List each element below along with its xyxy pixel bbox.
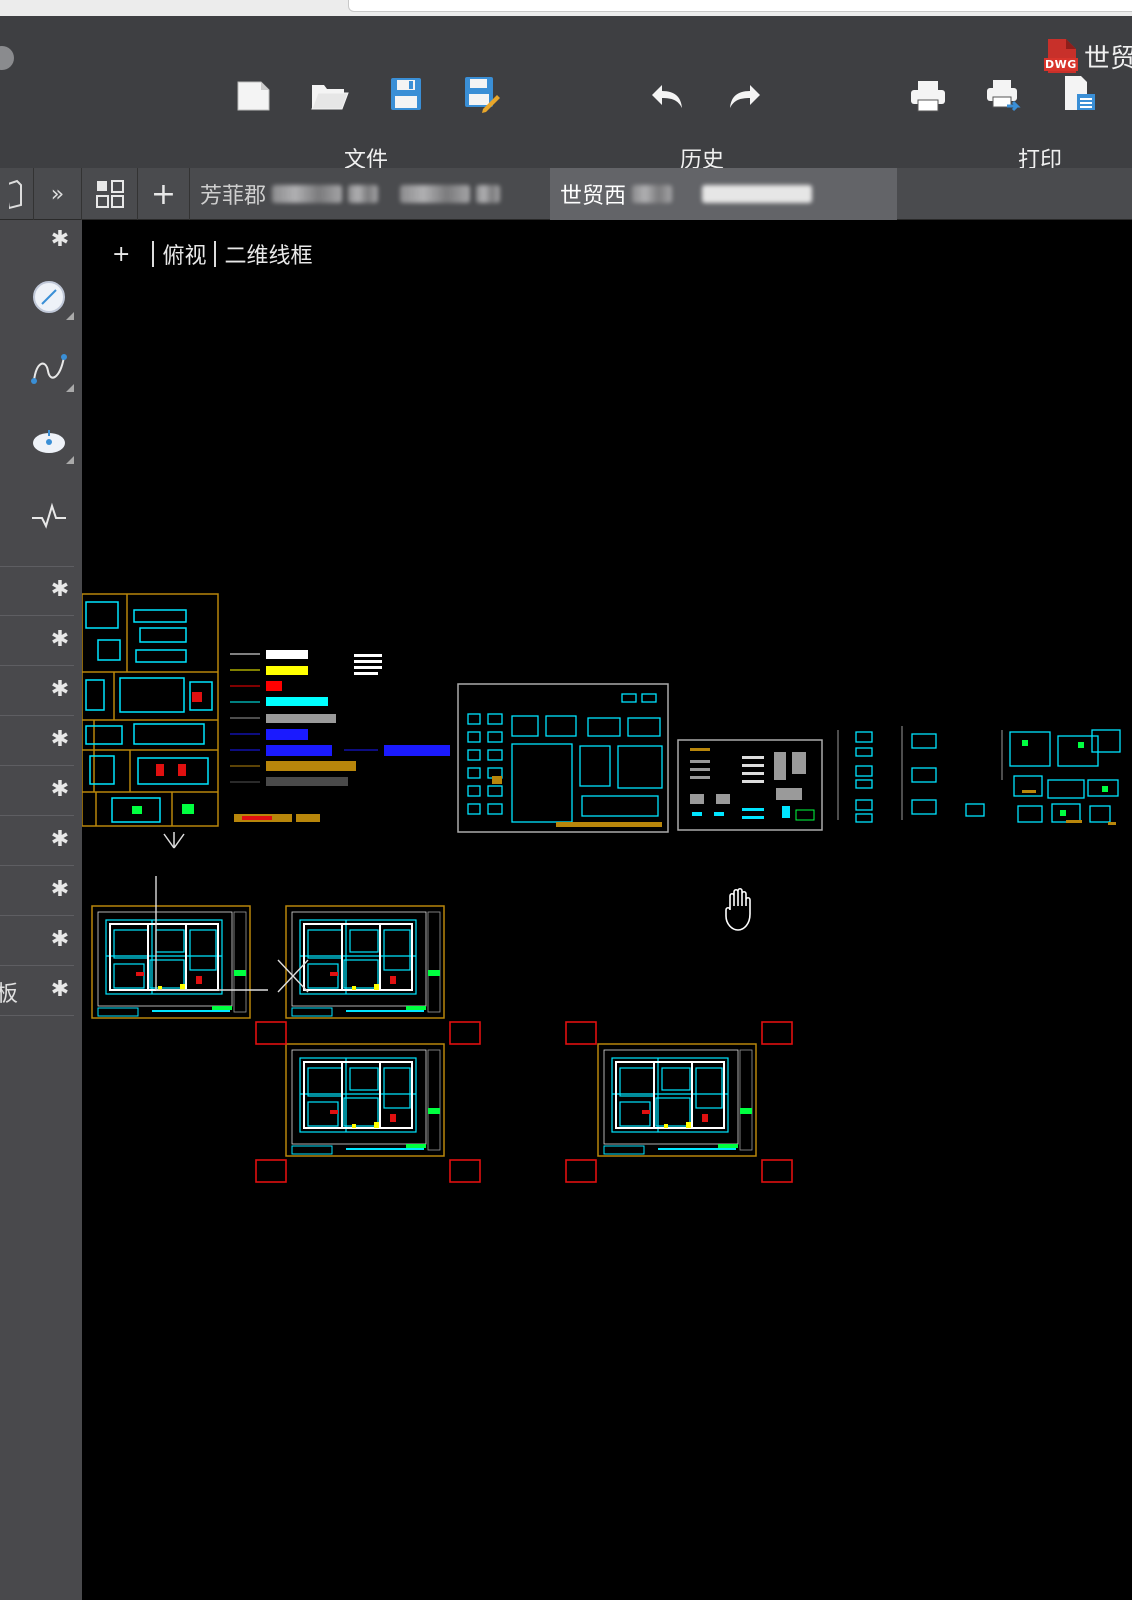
redacted-text	[348, 185, 379, 203]
redacted-text	[400, 185, 471, 203]
palette-row[interactable]: ✱	[0, 716, 74, 766]
print-preview-icon[interactable]	[1060, 74, 1100, 114]
settings-gear-icon[interactable]: ✱	[48, 928, 72, 952]
open-folder-icon[interactable]	[310, 76, 350, 116]
block-library-sheet	[457, 683, 669, 833]
window-control-button[interactable]	[0, 46, 14, 70]
pan-hand-cursor	[725, 887, 751, 931]
plus-icon: +	[150, 176, 177, 212]
tab-label: 世贸西	[560, 184, 627, 209]
print-icon[interactable]	[908, 76, 948, 116]
dwg-file-icon: DWG	[1044, 38, 1078, 74]
new-file-icon[interactable]	[234, 76, 274, 116]
palette-row-label: 板	[0, 982, 19, 1007]
tab-document-1[interactable]: 芳菲郡	[190, 168, 550, 220]
redacted-text	[272, 185, 343, 203]
tab-grid-button[interactable]	[82, 168, 138, 220]
expand-panel-button[interactable]: »	[34, 168, 82, 220]
address-bar[interactable]	[348, 0, 1132, 12]
palette-row[interactable]: ✱	[0, 566, 74, 616]
palette-row[interactable]: ✱	[0, 766, 74, 816]
floor-plan-3	[285, 1043, 445, 1157]
palette-row[interactable]: ✱	[0, 916, 74, 966]
add-tab-button[interactable]: +	[138, 168, 190, 220]
save-as-icon[interactable]	[462, 74, 502, 114]
print-export-icon[interactable]	[984, 76, 1024, 116]
settings-gear-icon[interactable]: ✱	[48, 578, 72, 602]
document-title: DWG 世贸	[1044, 38, 1132, 74]
palette-row[interactable]: ✱	[0, 816, 74, 866]
settings-gear-icon[interactable]: ✱	[48, 228, 72, 252]
settings-gear-icon[interactable]: ✱	[48, 778, 72, 802]
settings-gear-icon[interactable]: ✱	[48, 628, 72, 652]
detail-fragments	[837, 726, 1121, 825]
palette-row-properties[interactable]: 板 ✱	[0, 966, 74, 1016]
palette-row[interactable]: ✱	[0, 616, 74, 666]
redacted-text	[476, 185, 501, 203]
document-tabs-bar: » + 芳菲郡 世贸西	[0, 168, 1132, 220]
redo-icon[interactable]	[724, 76, 764, 116]
symbol-sheet	[677, 739, 823, 831]
settings-gear-icon[interactable]: ✱	[48, 978, 72, 1002]
floor-plan-2	[285, 905, 445, 1019]
browser-strip	[0, 0, 1132, 16]
save-icon[interactable]	[386, 74, 426, 114]
expand-icon: »	[50, 181, 65, 207]
settings-gear-icon[interactable]: ✱	[48, 728, 72, 752]
drawing-canvas[interactable]: + 俯视 二维线框	[82, 220, 1132, 1600]
tab-label: 芳菲郡	[200, 184, 267, 209]
dwg-badge-text: DWG	[1045, 58, 1077, 71]
floor-plan-4	[597, 1043, 757, 1157]
cad-drawing	[82, 593, 1121, 1183]
palette-row[interactable]: ✱	[0, 866, 74, 916]
redacted-text	[632, 185, 673, 203]
point-icon[interactable]	[28, 420, 74, 464]
app-toolbar: DWG 世贸 文件 历史 打印	[0, 16, 1132, 173]
grid-icon	[95, 180, 124, 208]
dimension-icon[interactable]	[28, 276, 74, 320]
settings-gear-icon[interactable]: ✱	[48, 828, 72, 852]
settings-gear-icon[interactable]: ✱	[48, 878, 72, 902]
furniture-block-sheet	[82, 593, 219, 849]
redacted-text	[702, 185, 813, 203]
waveform-icon[interactable]	[28, 496, 70, 538]
layer-legend	[230, 650, 450, 822]
spline-icon[interactable]	[28, 348, 74, 392]
undo-icon[interactable]	[648, 76, 688, 116]
tab-document-2[interactable]: 世贸西	[550, 168, 897, 220]
document-title-text: 世贸	[1084, 43, 1132, 74]
left-tool-palette: ✱ ✱ ✱ ✱ ✱ ✱ ✱ ✱ ✱ 板 ✱	[0, 220, 82, 1600]
settings-gear-icon[interactable]: ✱	[48, 678, 72, 702]
cube-view-icon[interactable]	[0, 168, 34, 220]
palette-row[interactable]: ✱	[0, 666, 74, 716]
floor-plan-1	[91, 905, 251, 1019]
